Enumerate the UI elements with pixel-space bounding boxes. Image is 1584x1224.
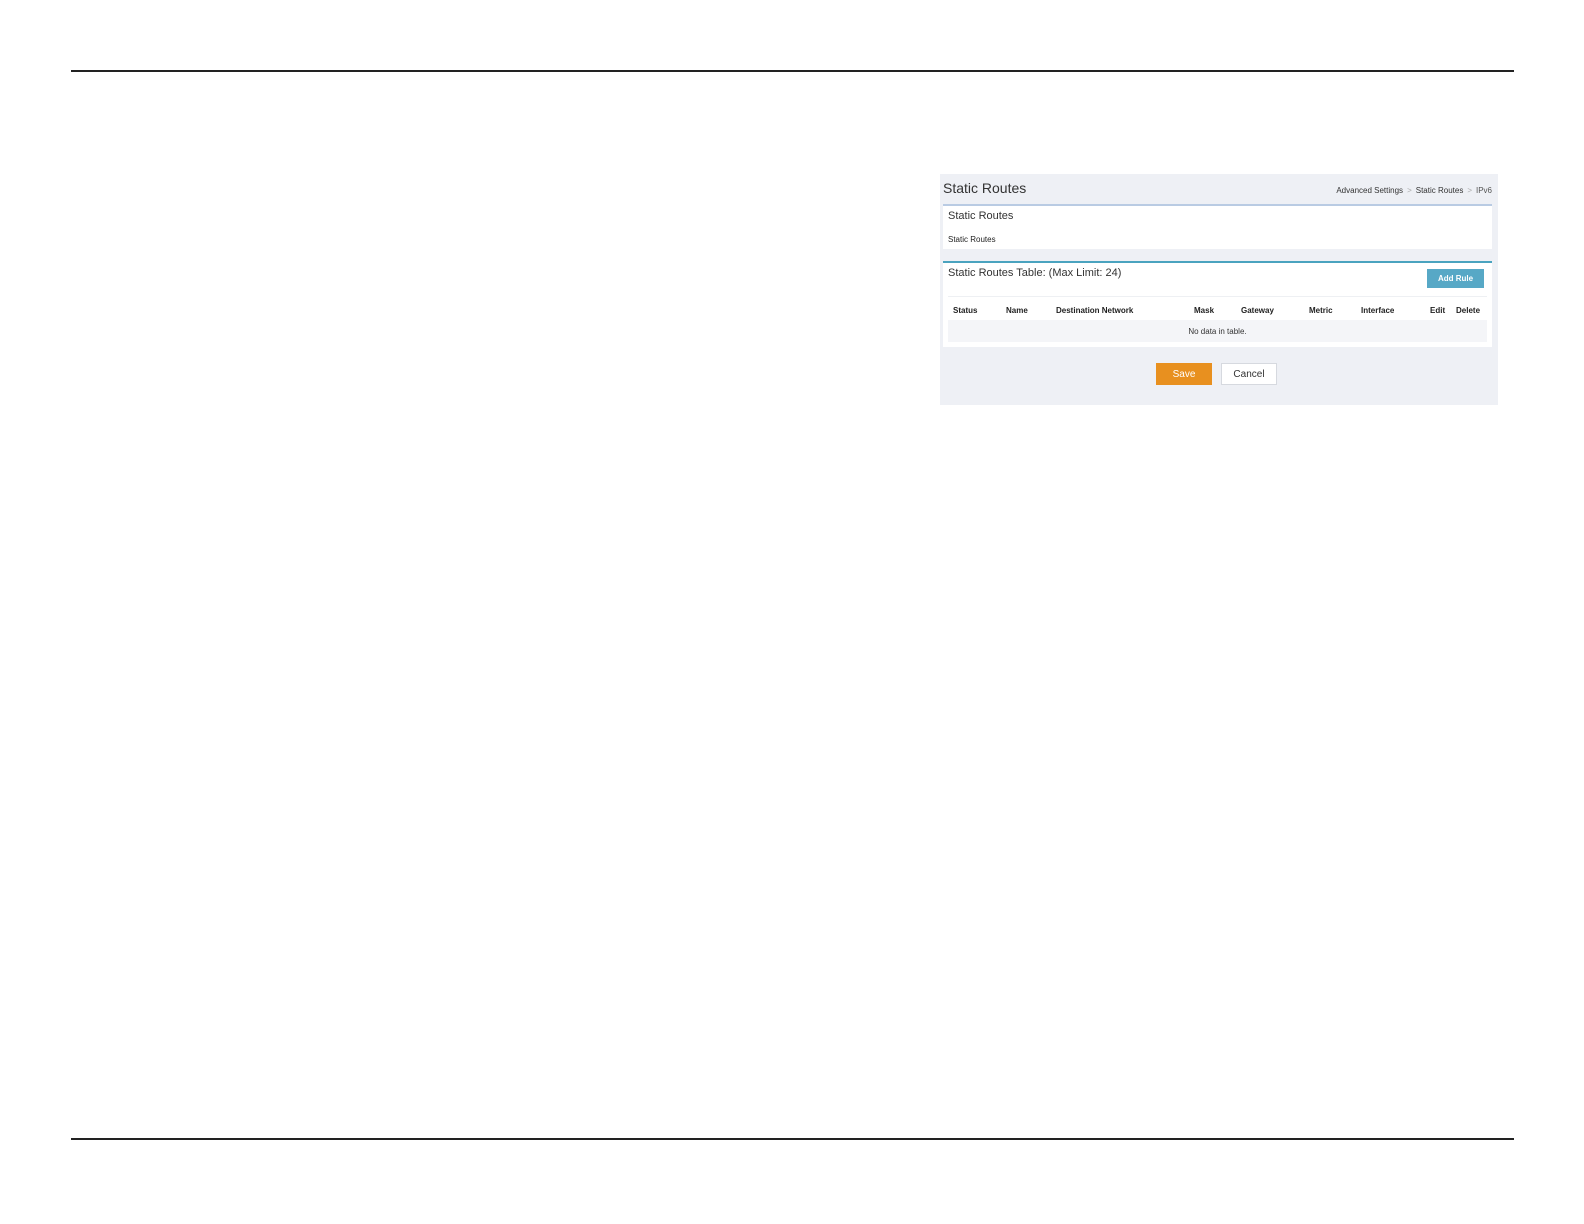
top-divider (71, 70, 1514, 72)
breadcrumb: Advanced Settings > Static Routes > IPv6 (1336, 186, 1492, 195)
add-rule-button[interactable]: Add Rule (1427, 269, 1484, 288)
static-routes-panel: Static Routes Static Routes (943, 204, 1492, 249)
static-routes-table-panel: Static Routes Table: (Max Limit: 24) Add… (943, 261, 1492, 347)
section-subtitle: Static Routes (948, 235, 996, 244)
breadcrumb-advanced-settings[interactable]: Advanced Settings (1336, 186, 1403, 195)
column-header-interface: Interface (1361, 306, 1395, 315)
table-header: Status Name Destination Network Mask Gat… (948, 296, 1487, 318)
column-header-status: Status (953, 306, 978, 315)
column-header-metric: Metric (1309, 306, 1333, 315)
breadcrumb-ipv6: IPv6 (1475, 186, 1492, 195)
cancel-button[interactable]: Cancel (1221, 363, 1277, 385)
table-title: Static Routes Table: (Max Limit: 24) (948, 267, 1122, 279)
column-header-delete: Delete (1456, 306, 1481, 315)
table-empty-row: No data in table. (948, 320, 1487, 342)
save-button[interactable]: Save (1156, 363, 1212, 385)
column-header-edit: Edit (1430, 306, 1446, 315)
bottom-divider (71, 1138, 1514, 1140)
chevron-right-icon: > (1467, 186, 1472, 195)
chevron-right-icon: > (1407, 186, 1412, 195)
column-header-gateway: Gateway (1241, 306, 1274, 315)
column-header-mask: Mask (1194, 306, 1215, 315)
column-header-name: Name (1006, 306, 1028, 315)
page-title: Static Routes (943, 180, 1027, 196)
section-title: Static Routes (948, 210, 1014, 222)
router-ui-screenshot: Static Routes Advanced Settings > Static R… (940, 174, 1498, 405)
breadcrumb-static-routes[interactable]: Static Routes (1416, 186, 1464, 195)
column-header-destination-network: Destination Network (1056, 306, 1134, 315)
